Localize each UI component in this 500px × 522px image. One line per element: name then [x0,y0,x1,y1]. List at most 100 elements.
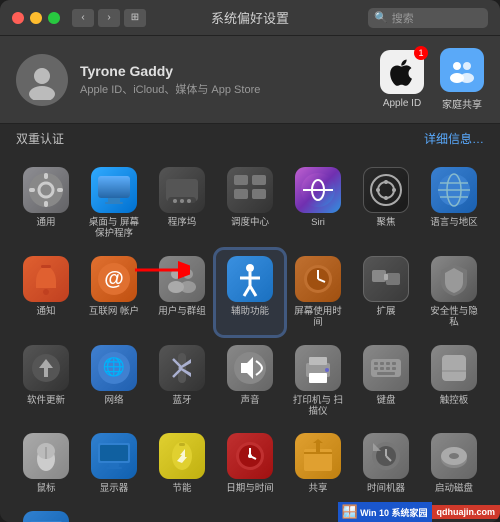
security-icon [431,256,477,302]
icon-item-mouse[interactable]: 鼠标 [12,427,80,500]
apple-id-badge: 1 [414,46,428,60]
internet-label: 互联网 帐户 [89,306,139,317]
titlebar: ‹ › ⊞ 系统偏好设置 🔍 搜索 [0,0,500,36]
icon-item-keyboard[interactable]: 键盘 [352,339,420,424]
back-button[interactable]: ‹ [72,9,94,27]
mission-label: 调度中心 [231,217,269,228]
trackpad-label: 触控板 [440,395,469,406]
switch-icon [23,511,69,522]
svg-text:🌐: 🌐 [103,356,125,377]
focus-icon [363,167,409,213]
search-box[interactable]: 🔍 搜索 [368,8,488,28]
icons-grid: 通用 桌面与 屏幕保护程序 程序坞 调度中心 Siri 聚焦语言与地区通知 @ 互联网 帐户 用… [12,161,488,522]
close-button[interactable] [12,12,24,24]
icon-item-users[interactable]: 用户与群组 [148,250,216,335]
grid-view-button[interactable]: ⊞ [124,9,146,27]
bluetooth-icon [159,345,205,391]
maximize-button[interactable] [48,12,60,24]
screentime-label: 屏幕使用时间 [290,306,346,329]
family-share-label: 家庭共享 [442,96,482,111]
update-icon [23,345,69,391]
display-icon [91,433,137,479]
icon-item-trackpad[interactable]: 触控板 [420,339,488,424]
lang-label: 语言与地区 [430,217,478,228]
general-label: 通用 [36,217,55,228]
network-icon: 🌐 [91,345,137,391]
notify-icon [23,256,69,302]
keyboard-icon [363,345,409,391]
icon-item-dock[interactable]: 程序坞 [148,161,216,246]
minimize-button[interactable] [30,12,42,24]
icon-item-lang[interactable]: 语言与地区 [420,161,488,246]
icon-item-internet[interactable]: @ 互联网 帐户 [80,250,148,335]
screentime-icon [295,256,341,302]
icon-item-network[interactable]: 🌐 网络 [80,339,148,424]
icon-item-display[interactable]: 显示器 [80,427,148,500]
internet-icon: @ [91,256,137,302]
desktop-icon [91,167,137,213]
battery-label: 节能 [172,483,191,494]
users-icon [159,256,205,302]
search-placeholder: 搜索 [392,10,414,26]
watermark-logo-text: Win 10 系统家园 [360,506,427,519]
double-auth-bar: 双重认证 详细信息… [0,124,500,153]
forward-button[interactable]: › [98,9,120,27]
icon-item-siri[interactable]: Siri [284,161,352,246]
apple-id-label: Apple ID [383,98,421,109]
icon-item-extension[interactable]: 扩展 [352,250,420,335]
datetime-icon [227,433,273,479]
lang-icon [431,167,477,213]
sound-icon [227,345,273,391]
avatar [16,54,68,106]
profile-name: Tyrone Gaddy [80,63,368,79]
icon-item-timemachine[interactable]: 时间机器 [352,427,420,500]
share-icon [295,433,341,479]
update-label: 软件更新 [27,395,65,406]
icon-item-desktop[interactable]: 桌面与 屏幕保护程序 [80,161,148,246]
icon-item-security[interactable]: 安全性与隐私 [420,250,488,335]
extension-icon [363,256,409,302]
svg-text:@: @ [104,268,124,290]
window-title: 系统偏好设置 [211,8,289,27]
apple-id-button[interactable]: 1 Apple ID [380,50,424,109]
icon-item-bluetooth[interactable]: 蓝牙 [148,339,216,424]
siri-label: Siri [311,217,325,228]
mouse-label: 鼠标 [36,483,55,494]
icon-item-share[interactable]: 共享 [284,427,352,500]
startup-icon [431,433,477,479]
network-label: 网络 [104,395,123,406]
users-label: 用户与群组 [158,306,206,317]
startup-label: 启动磁盘 [435,483,473,494]
dock-label: 程序坞 [168,217,197,228]
icon-item-datetime[interactable]: 日期与时间 [216,427,284,500]
timemachine-icon [363,433,409,479]
double-auth-link[interactable]: 详细信息… [424,130,484,147]
datetime-label: 日期与时间 [226,483,274,494]
icon-item-battery[interactable]: 节能 [148,427,216,500]
siri-icon [295,167,341,213]
icon-item-notify[interactable]: 通知 [12,250,80,335]
dock-icon [159,167,205,213]
traffic-lights [12,12,60,24]
icon-item-sound[interactable]: 声音 [216,339,284,424]
bluetooth-label: 蓝牙 [172,395,191,406]
printer-label: 打印机与 扫描仪 [290,395,346,418]
mission-icon [227,167,273,213]
icon-item-screentime[interactable]: 屏幕使用时间 [284,250,352,335]
profile-icons: 1 Apple ID 家庭共享 [380,48,484,111]
icon-item-mission[interactable]: 调度中心 [216,161,284,246]
icon-item-access[interactable]: 辅助功能 [216,250,284,335]
desktop-label: 桌面与 屏幕保护程序 [86,217,142,240]
icon-item-focus[interactable]: 聚焦 [352,161,420,246]
extension-label: 扩展 [376,306,395,317]
watermark-logo: 🪟 Win 10 系统家园 [338,502,432,522]
icon-item-startup[interactable]: 启动磁盘 [420,427,488,500]
trackpad-icon [431,345,477,391]
general-icon [23,167,69,213]
family-share-button[interactable]: 家庭共享 [440,48,484,111]
icon-item-switch[interactable]: SwitchResX [12,505,80,522]
watermark-url: qdhuajin.com [432,505,500,519]
icon-item-update[interactable]: 软件更新 [12,339,80,424]
icon-item-printer[interactable]: 打印机与 扫描仪 [284,339,352,424]
icon-item-general[interactable]: 通用 [12,161,80,246]
